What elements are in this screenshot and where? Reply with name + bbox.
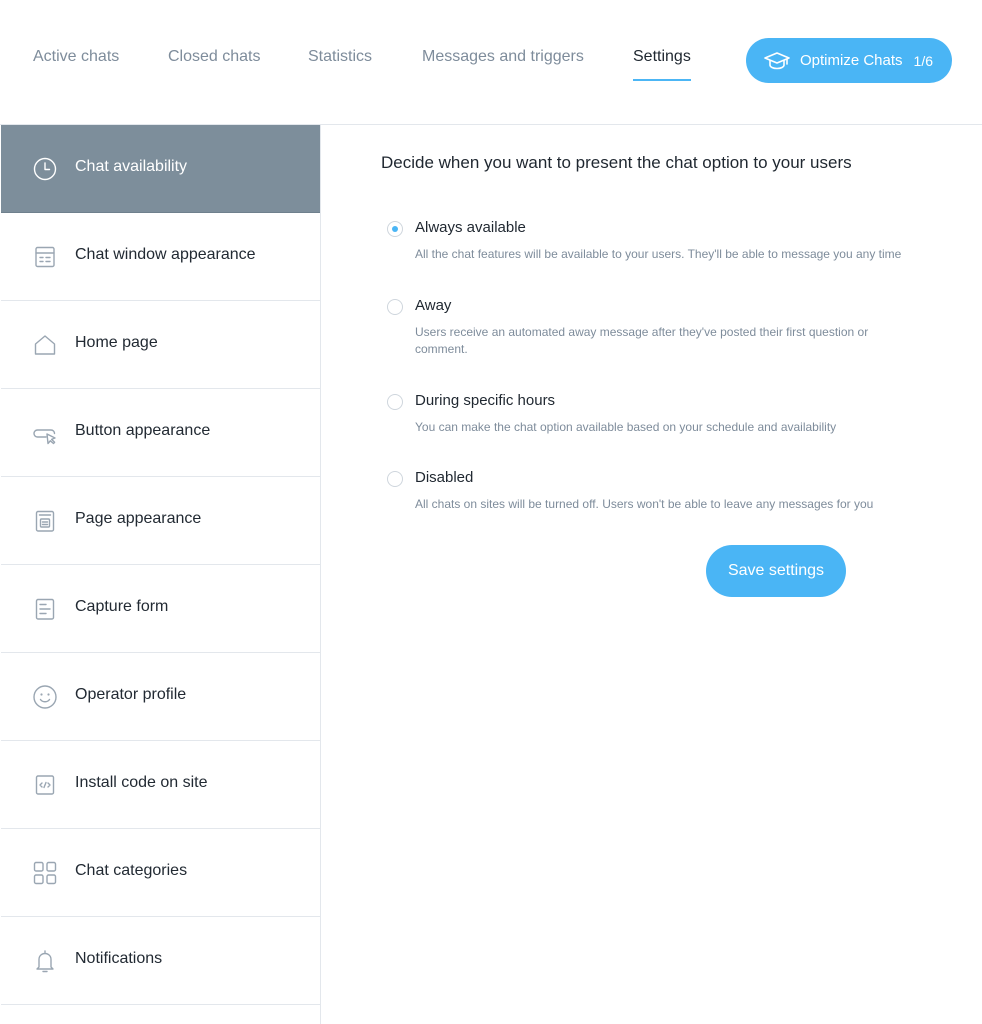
option-title: During specific hours (415, 392, 556, 409)
tab-messages-and-triggers[interactable]: Messages and triggers (422, 48, 584, 66)
option-title: Disabled (415, 469, 474, 486)
sidebar-item-chat-categories[interactable]: Chat categories (1, 829, 320, 917)
sidebar-item-label: Chat categories (75, 862, 188, 879)
option-description: You can make the chat option available b… (415, 420, 837, 434)
option-title: Always available (415, 219, 526, 236)
option-title: Away (415, 297, 452, 314)
sidebar-item-button-appearance[interactable]: Button appearance (1, 389, 320, 477)
optimize-chats-counter: 1/6 (913, 52, 934, 69)
home-icon (32, 332, 58, 358)
tab-closed-chats[interactable]: Closed chats (168, 48, 261, 66)
chat-availability-panel: Decide when you want to present the chat… (321, 125, 982, 1024)
top-navigation: Active chats Closed chats Statistics Mes… (0, 0, 982, 125)
sidebar-item-page-appearance[interactable]: Page appearance (1, 477, 320, 565)
save-settings-button[interactable]: Save settings (706, 545, 846, 597)
optimize-chats-label: Optimize Chats (800, 52, 903, 69)
sidebar-item-capture-form[interactable]: Capture form (1, 565, 320, 653)
smiley-icon (32, 684, 58, 710)
radio-disabled[interactable] (387, 471, 403, 487)
sidebar-item-label: Page appearance (75, 510, 202, 527)
sidebar-item-label: Operator profile (75, 686, 187, 703)
sidebar-item-label: Chat availability (75, 158, 188, 175)
sidebar-item-label: Home page (75, 334, 158, 351)
tab-active-chats[interactable]: Active chats (33, 48, 119, 66)
clock-icon (32, 156, 58, 182)
form-icon (32, 596, 58, 622)
settings-sidebar: Chat availability Chat window appearance… (0, 125, 321, 1024)
tab-settings[interactable]: Settings (633, 48, 691, 81)
sidebar-item-more[interactable] (1, 1005, 320, 1024)
option-description: Users receive an automated away message … (415, 325, 869, 356)
optimize-chats-button[interactable]: Optimize Chats 1/6 (746, 38, 952, 83)
button-pointer-icon (32, 420, 58, 446)
graduation-cap-icon (764, 51, 790, 71)
sidebar-item-label: Capture form (75, 598, 169, 615)
sidebar-item-label: Notifications (75, 950, 163, 967)
page-title: Decide when you want to present the chat… (381, 153, 852, 172)
sidebar-item-label: Install code on site (75, 774, 208, 791)
radio-specific-hours[interactable] (387, 394, 403, 410)
sidebar-item-home-page[interactable]: Home page (1, 301, 320, 389)
code-icon (32, 772, 58, 798)
sidebar-item-chat-availability[interactable]: Chat availability (1, 125, 320, 213)
radio-away[interactable] (387, 299, 403, 315)
page-icon (32, 508, 58, 534)
sidebar-item-notifications[interactable]: Notifications (1, 917, 320, 1005)
sidebar-item-install-code[interactable]: Install code on site (1, 741, 320, 829)
sidebar-item-label: Button appearance (75, 422, 211, 439)
option-description: All chats on sites will be turned off. U… (415, 497, 874, 511)
option-description: All the chat features will be available … (415, 247, 902, 261)
sidebar-item-label: Chat window appearance (75, 246, 256, 263)
grid-icon (32, 860, 58, 886)
radio-always-available[interactable] (387, 221, 403, 237)
chat-window-icon (32, 244, 58, 270)
sidebar-item-chat-window-appearance[interactable]: Chat window appearance (1, 213, 320, 301)
sidebar-item-operator-profile[interactable]: Operator profile (1, 653, 320, 741)
bell-icon (32, 948, 58, 974)
tab-statistics[interactable]: Statistics (308, 48, 372, 66)
